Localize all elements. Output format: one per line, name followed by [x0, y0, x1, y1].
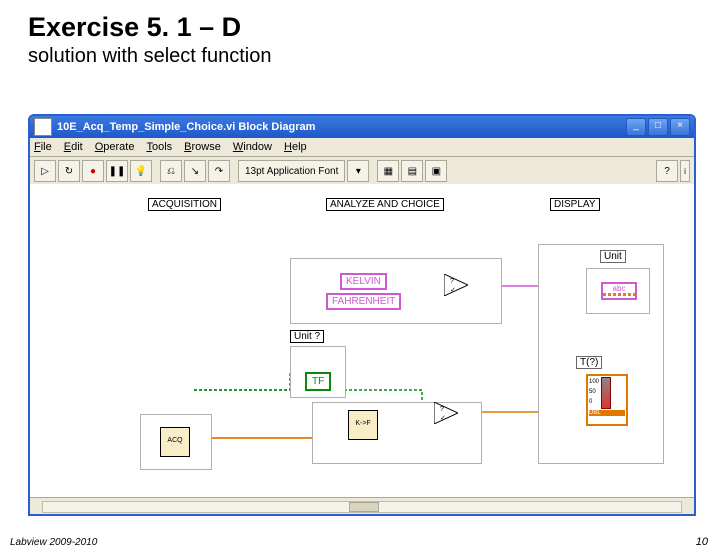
svg-text:?: ? [450, 278, 454, 285]
reorder-button[interactable]: ▣ [425, 160, 447, 182]
fahrenheit-constant[interactable]: FAHRENHEIT [326, 293, 401, 310]
ktof-subvi[interactable]: K->F [348, 410, 378, 440]
select-node-numeric[interactable]: ?✓ [434, 402, 458, 424]
unit-question-label: Unit ? [290, 330, 324, 343]
context-help-button[interactable]: i [680, 160, 690, 182]
retain-wire-button[interactable]: ⎌ [160, 160, 182, 182]
menu-operate[interactable]: Operate [95, 141, 135, 153]
menu-help[interactable]: Help [284, 141, 307, 153]
app-icon [34, 118, 52, 136]
font-select[interactable]: 13pt Application Font [238, 160, 345, 182]
highlight-button[interactable]: 💡 [130, 160, 152, 182]
scrollbar-thumb[interactable] [349, 502, 379, 512]
distribute-button[interactable]: ▤ [401, 160, 423, 182]
align-button[interactable]: ▦ [377, 160, 399, 182]
menu-file[interactable]: File [34, 141, 52, 153]
app-window: 10E_Acq_Temp_Simple_Choice.vi Block Diag… [28, 114, 696, 516]
slide-title: Exercise 5. 1 – D [28, 12, 720, 43]
step-over-button[interactable]: ↷ [208, 160, 230, 182]
help-button[interactable]: ? [656, 160, 678, 182]
window-title: 10E_Acq_Temp_Simple_Choice.vi Block Diag… [57, 121, 624, 133]
unit-label: Unit [600, 250, 626, 263]
titlebar[interactable]: 10E_Acq_Temp_Simple_Choice.vi Block Diag… [30, 116, 694, 138]
display-label: DISPLAY [550, 198, 600, 211]
minimize-button[interactable]: _ [626, 118, 646, 136]
maximize-button[interactable]: □ [648, 118, 668, 136]
toolbar: ▷ ↻ ● ❚❚ 💡 ⎌ ↘ ↷ 13pt Application Font ▾… [30, 157, 694, 186]
block-diagram-canvas[interactable]: ACQUISITION ACQ ANALYZE AND CHOICE KELVI… [30, 184, 694, 494]
acq-subvi[interactable]: ACQ [160, 427, 190, 457]
thermometer-indicator[interactable]: 100500 DBL [586, 374, 628, 426]
scrollbar-horizontal[interactable] [30, 497, 694, 514]
kelvin-constant[interactable]: KELVIN [340, 273, 387, 290]
font-dropdown[interactable]: ▾ [347, 160, 369, 182]
acquisition-label: ACQUISITION [148, 198, 221, 211]
footer-right: 10 [696, 536, 708, 548]
step-into-button[interactable]: ↘ [184, 160, 206, 182]
svg-text:✓: ✓ [450, 287, 456, 294]
select-node-string[interactable]: ?✓ [444, 274, 468, 296]
svg-text:✓: ✓ [440, 415, 446, 422]
unit-string-indicator[interactable]: abc [601, 282, 637, 300]
slide-subtitle: solution with select function [28, 45, 720, 68]
menubar: File Edit Operate Tools Browse Window He… [30, 138, 694, 157]
menu-tools[interactable]: Tools [146, 141, 172, 153]
menu-browse[interactable]: Browse [184, 141, 221, 153]
footer-left: Labview 2009-2010 [10, 537, 97, 548]
menu-window[interactable]: Window [233, 141, 272, 153]
pause-button[interactable]: ❚❚ [106, 160, 128, 182]
svg-text:?: ? [440, 406, 444, 413]
tf-control[interactable]: TF [305, 372, 331, 391]
run-button[interactable]: ▷ [34, 160, 56, 182]
tq-label: T(?) [576, 356, 602, 369]
analyze-frame-upper[interactable] [290, 258, 502, 324]
close-button[interactable]: × [670, 118, 690, 136]
menu-edit[interactable]: Edit [64, 141, 83, 153]
run-continuous-button[interactable]: ↻ [58, 160, 80, 182]
abort-button[interactable]: ● [82, 160, 104, 182]
analyze-label: ANALYZE AND CHOICE [326, 198, 444, 211]
